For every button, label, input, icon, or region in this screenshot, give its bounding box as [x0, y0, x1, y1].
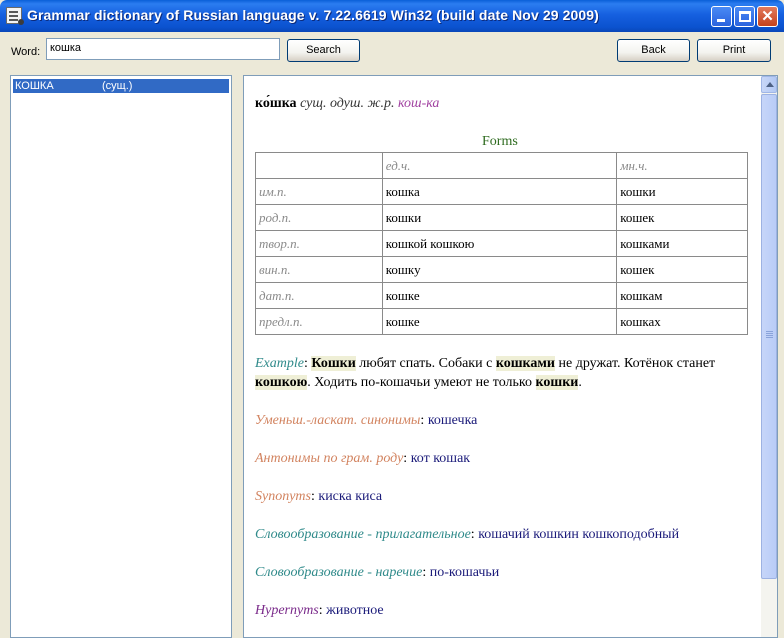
plural-form: кошки [616, 178, 748, 205]
case-label: дат.п. [255, 282, 383, 309]
word-label: Word: [11, 46, 41, 58]
case-label: твор.п. [255, 230, 383, 257]
diminutive-value[interactable]: кошечка [428, 413, 478, 428]
close-icon: ✕ [761, 8, 774, 25]
antonyms-value[interactable]: кот кошак [411, 451, 470, 466]
forms-table: ед.ч. мн.ч. им.п. кошка кошки род.п. кош… [255, 152, 748, 335]
back-button[interactable]: Back [617, 39, 690, 62]
adjectives-section: Словообразование - прилагательное: кошач… [255, 527, 680, 542]
adjectives-value[interactable]: кошачий кошкин кошкоподобный [478, 527, 679, 542]
case-label: род.п. [255, 204, 383, 231]
singular-form: кошке [381, 282, 618, 309]
plural-form: кошек [616, 204, 748, 231]
singular-form: кошкой кошкою [381, 230, 618, 257]
table-row: дат.п. кошке кошкам [255, 282, 748, 309]
adverbs-value[interactable]: по-кошачьи [430, 565, 500, 580]
syllables: кош-ка [397, 96, 440, 111]
synonyms-section: Synonyms: киска киса [255, 489, 383, 504]
table-row: вин.п. кошку кошек [255, 256, 748, 283]
singular-form: кошки [381, 204, 618, 231]
diminutive-section: Уменьш.-ласкат. синонимы: кошечка [255, 413, 478, 428]
forms-header-cell: мн.ч. [616, 152, 748, 179]
table-row: предл.п. кошке кошках [255, 308, 748, 335]
synonyms-label[interactable]: Synonyms [255, 489, 311, 504]
antonyms-section: Антонимы по грам. роду: кот кошак [255, 451, 471, 466]
window-title: Grammar dictionary of Russian language v… [27, 7, 599, 23]
list-item-pos: (сущ.) [102, 80, 133, 92]
example-label[interactable]: Example [255, 356, 304, 371]
forms-header-row: ед.ч. мн.ч. [255, 152, 748, 179]
minimize-icon [717, 19, 725, 22]
diminutive-label[interactable]: Уменьш.-ласкат. синонимы [255, 413, 420, 428]
article-content: ко́шка сущ. одуш. ж.р. кош-ка Forms ед.ч… [244, 76, 761, 637]
headword-line: ко́шка сущ. одуш. ж.р. кош-ка [255, 96, 439, 112]
search-input[interactable]: кошка [46, 38, 280, 60]
forms-title: Forms [482, 134, 518, 149]
highlighted-word: кошки [535, 375, 579, 390]
plural-form: кошкам [616, 282, 748, 309]
list-item[interactable]: КОШКА (сущ.) [13, 79, 229, 93]
plural-form: кошек [616, 256, 748, 283]
adverbs-label[interactable]: Словообразование - наречие [255, 565, 422, 580]
grammar-info: сущ. одуш. ж.р. [300, 96, 395, 111]
example-text: любят спать. Собаки с [355, 356, 496, 371]
singular-form: кошку [381, 256, 618, 283]
hypernyms-label[interactable]: Hypernyms [255, 603, 319, 618]
forms-header-cell [255, 152, 383, 179]
results-list[interactable]: КОШКА (сущ.) [10, 75, 232, 638]
singular-form: кошка [381, 178, 618, 205]
plural-form: кошках [616, 308, 748, 335]
article-pane[interactable]: ко́шка сущ. одуш. ж.р. кош-ка Forms ед.ч… [243, 75, 778, 638]
scrollbar-thumb[interactable] [761, 94, 777, 579]
hypernyms-section: Hypernyms: животное [255, 603, 384, 618]
example-text: . [578, 375, 582, 390]
title-bar[interactable]: Grammar dictionary of Russian language v… [0, 0, 784, 32]
maximize-icon [739, 11, 751, 22]
example-section: Example: Кошки любят спать. Собаки с кош… [255, 356, 716, 390]
antonyms-label[interactable]: Антонимы по грам. роду [255, 451, 403, 466]
minimize-button[interactable] [711, 6, 732, 27]
table-row: род.п. кошки кошек [255, 204, 748, 231]
list-item-word: КОШКА [15, 80, 54, 92]
table-row: им.п. кошка кошки [255, 178, 748, 205]
case-label: вин.п. [255, 256, 383, 283]
highlighted-word: Кошки [311, 356, 356, 371]
highlighted-word: кошками [495, 356, 555, 371]
hypernyms-value[interactable]: животное [326, 603, 384, 618]
scroll-up-arrow-icon[interactable] [761, 76, 777, 93]
singular-form: кошке [381, 308, 618, 335]
adverbs-section: Словообразование - наречие: по-кошачьи [255, 565, 500, 580]
headword: ко́шка [255, 96, 297, 111]
plural-form: кошками [616, 230, 748, 257]
vertical-scrollbar[interactable] [761, 76, 777, 637]
maximize-button[interactable] [734, 6, 755, 27]
highlighted-word: кошкою [255, 375, 308, 390]
app-icon[interactable] [6, 7, 24, 25]
example-text: . Ходить по-кошачьи умеют не только [307, 375, 536, 390]
table-row: твор.п. кошкой кошкою кошками [255, 230, 748, 257]
search-button[interactable]: Search [287, 39, 360, 62]
forms-header-cell: ед.ч. [381, 152, 618, 179]
example-text: не дружат. Котёнок станет [554, 356, 716, 371]
case-label: предл.п. [255, 308, 383, 335]
case-label: им.п. [255, 178, 383, 205]
close-button[interactable]: ✕ [757, 6, 778, 27]
print-button[interactable]: Print [697, 39, 771, 62]
synonyms-value[interactable]: киска киса [318, 489, 382, 504]
grip-icon [766, 331, 773, 332]
adjectives-label[interactable]: Словообразование - прилагательное [255, 527, 471, 542]
